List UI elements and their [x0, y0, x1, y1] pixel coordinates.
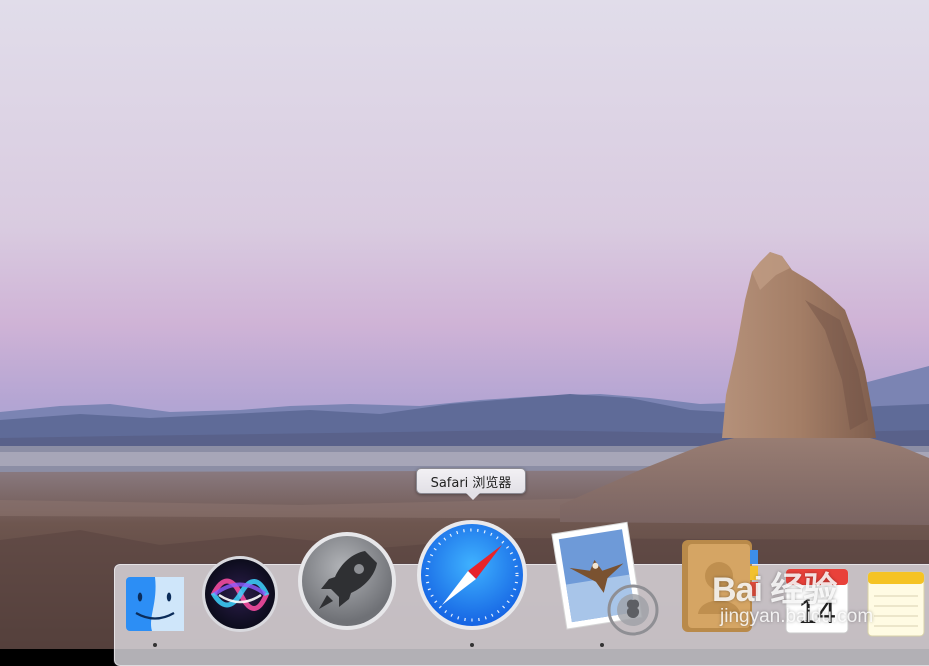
finder-running-indicator	[153, 643, 157, 647]
tooltip-text: Safari 浏览器	[430, 475, 512, 491]
calendar-day: 14	[798, 593, 836, 631]
dock-item-notes[interactable]	[866, 570, 926, 640]
safari-icon	[417, 520, 527, 630]
dock-item-launchpad[interactable]	[297, 531, 397, 631]
dock-item-siri[interactable]	[201, 555, 279, 633]
dock-item-finder[interactable]	[126, 577, 184, 631]
safari-tooltip: Safari 浏览器	[416, 468, 526, 494]
safari-running-indicator	[470, 643, 474, 647]
calendar-icon: 14	[785, 568, 849, 634]
mail-icon	[551, 521, 659, 636]
dock-item-safari[interactable]	[416, 519, 528, 631]
notes-icon	[867, 571, 925, 637]
siri-icon	[202, 556, 278, 632]
finder-icon	[126, 577, 184, 631]
tooltip-arrow	[466, 493, 480, 500]
contacts-icon	[682, 540, 758, 632]
dock-item-mail[interactable]	[551, 520, 663, 638]
dock-item-contacts[interactable]	[678, 536, 760, 636]
mail-running-indicator	[600, 643, 604, 647]
dock-item-calendar[interactable]: 14	[782, 567, 852, 635]
launchpad-icon	[298, 532, 396, 630]
